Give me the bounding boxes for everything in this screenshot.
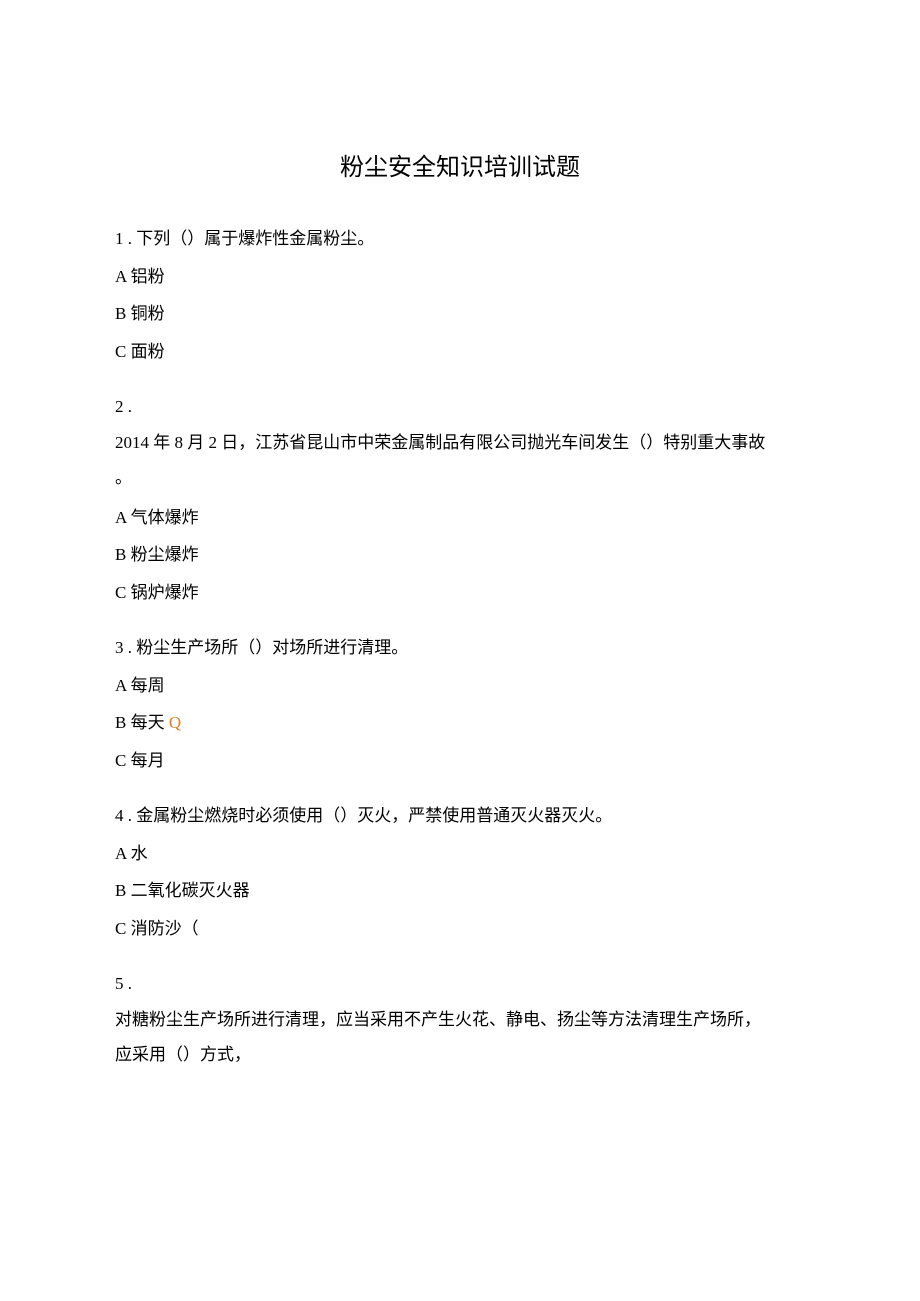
q2-number: 2 .: [115, 394, 805, 420]
document-title: 粉尘安全知识培训试题: [115, 150, 805, 186]
q5-stem-line2: 应采用（）方式，: [115, 1042, 805, 1068]
q1-option-a: A 铝粉: [115, 264, 805, 290]
q4-option-c: C 消防沙（: [115, 916, 805, 942]
q3-option-c: C 每月: [115, 748, 805, 774]
q4-option-b: B 二氧化碳灭火器: [115, 878, 805, 904]
q3-option-b-accent: Q: [169, 713, 181, 732]
q3-stem: 3 . 粉尘生产场所（）对场所进行清理。: [115, 635, 805, 661]
q5-number: 5 .: [115, 971, 805, 997]
q2-option-b: B 粉尘爆炸: [115, 542, 805, 568]
question-1: 1 . 下列（）属于爆炸性金属粉尘。 A 铝粉 B 铜粉 C 面粉: [115, 226, 805, 364]
q2-option-a: A 气体爆炸: [115, 505, 805, 531]
page-content: 粉尘安全知识培训试题 1 . 下列（）属于爆炸性金属粉尘。 A 铝粉 B 铜粉 …: [0, 0, 920, 1178]
q1-option-c: C 面粉: [115, 339, 805, 365]
q2-option-c: C 锅炉爆炸: [115, 580, 805, 606]
q3-option-b-text: B 每天: [115, 713, 169, 732]
q2-stem-line1: 2014 年 8 月 2 日，江苏省昆山市中荣金属制品有限公司抛光车间发生（）特…: [115, 430, 805, 456]
question-3: 3 . 粉尘生产场所（）对场所进行清理。 A 每周 B 每天 Q C 每月: [115, 635, 805, 773]
q4-option-a: A 水: [115, 841, 805, 867]
q1-option-b: B 铜粉: [115, 301, 805, 327]
question-5: 5 . 对糖粉尘生产场所进行清理，应当采用不产生火花、静电、扬尘等方法清理生产场…: [115, 971, 805, 1068]
question-2: 2 . 2014 年 8 月 2 日，江苏省昆山市中荣金属制品有限公司抛光车间发…: [115, 394, 805, 605]
q3-option-a: A 每周: [115, 673, 805, 699]
q5-stem-line1: 对糖粉尘生产场所进行清理，应当采用不产生火花、静电、扬尘等方法清理生产场所，: [115, 1007, 805, 1033]
q1-stem: 1 . 下列（）属于爆炸性金属粉尘。: [115, 226, 805, 252]
q4-stem: 4 . 金属粉尘燃烧时必须使用（）灭火，严禁使用普通灭火器灭火。: [115, 803, 805, 829]
q2-stem-line2: 。: [115, 465, 805, 491]
q3-option-b: B 每天 Q: [115, 710, 805, 736]
question-4: 4 . 金属粉尘燃烧时必须使用（）灭火，严禁使用普通灭火器灭火。 A 水 B 二…: [115, 803, 805, 941]
